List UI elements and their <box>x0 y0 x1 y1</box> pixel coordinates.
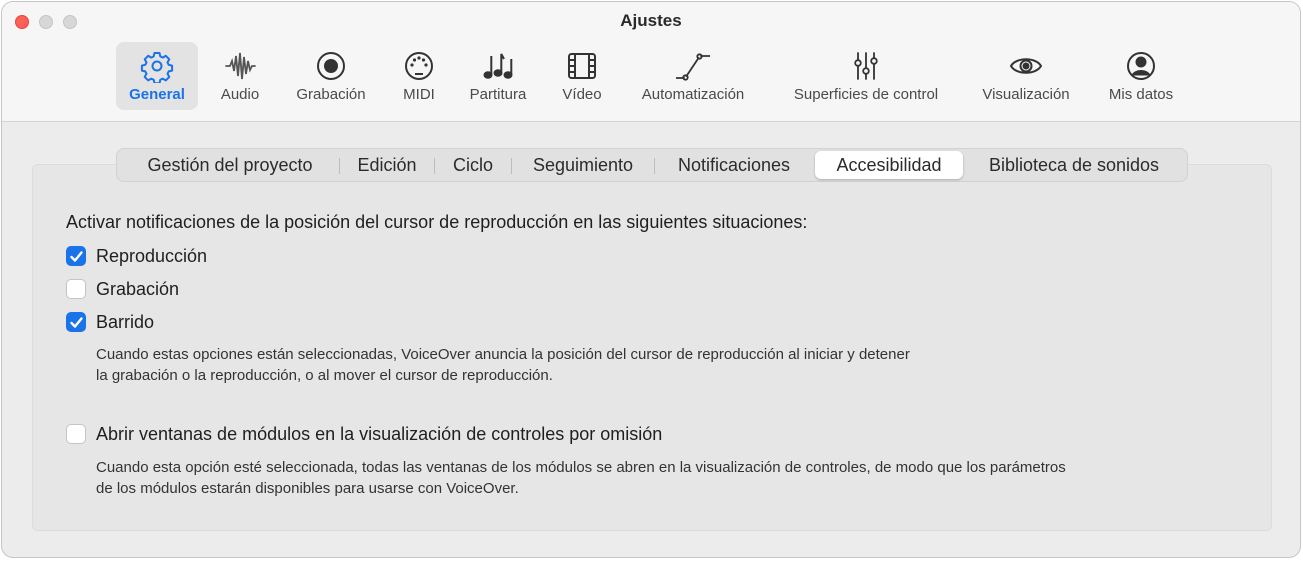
tab-label: Mis datos <box>1108 86 1174 103</box>
playhead-options-description-line-1: Cuando estas opciones están seleccionada… <box>96 346 910 363</box>
checkmark-icon <box>70 317 83 328</box>
record-icon <box>314 49 348 83</box>
subtab-biblioteca-de-sonidos[interactable]: Biblioteca de sonidos <box>965 151 1183 179</box>
tab-label: Grabación <box>296 86 366 103</box>
eye-icon <box>1009 49 1043 83</box>
tab-label: Audio <box>220 86 260 103</box>
subtab-edicion[interactable]: Edición <box>340 151 434 179</box>
tab-label: General <box>129 86 185 103</box>
barrido-label: Barrido <box>96 312 155 332</box>
tab-automatizacion[interactable]: Automatización <box>628 42 758 110</box>
person-circle-icon <box>1124 49 1158 83</box>
subtab-ciclo[interactable]: Ciclo <box>435 151 511 179</box>
tab-label: Vídeo <box>562 86 602 103</box>
automation-curve-icon <box>676 49 710 83</box>
reproduccion-checkbox[interactable] <box>66 246 86 266</box>
plugin-controls-view-checkbox[interactable] <box>66 424 86 444</box>
tab-label: Automatización <box>641 86 745 103</box>
sliders-icon <box>849 49 883 83</box>
option-abrir-modulos-controles[interactable]: Abrir ventanas de módulos en la visualiz… <box>66 423 746 445</box>
tab-general[interactable]: General <box>116 42 198 110</box>
subtab-seguimiento[interactable]: Seguimiento <box>512 151 654 179</box>
playhead-notifications-intro: Activar notificaciones de la posición de… <box>66 212 808 232</box>
tab-audio[interactable]: Audio <box>205 42 275 110</box>
barrido-checkbox[interactable] <box>66 312 86 332</box>
plugin-controls-view-label: Abrir ventanas de módulos en la visualiz… <box>96 424 663 444</box>
grabacion-checkbox[interactable] <box>66 279 86 299</box>
reproduccion-label: Reproducción <box>96 246 208 266</box>
tab-label: Superficies de control <box>793 86 939 103</box>
playhead-options-description-line-2: la grabación o la reproducción, o al mov… <box>96 367 553 384</box>
subtab-gestion-del-proyecto[interactable]: Gestión del proyecto <box>121 151 339 179</box>
option-grabacion[interactable]: Grabación <box>66 278 266 300</box>
tab-label: Partitura <box>469 86 527 103</box>
option-barrido[interactable]: Barrido <box>66 311 266 333</box>
settings-window: Ajustes General Audio Grabación MIDI Par… <box>1 1 1301 558</box>
tab-partitura[interactable]: Partitura <box>459 42 537 110</box>
toolbar: Ajustes General Audio Grabación MIDI Par… <box>2 2 1300 122</box>
tab-mis-datos[interactable]: Mis datos <box>1094 42 1188 110</box>
window-title: Ajustes <box>620 11 682 30</box>
subtab-bar: Gestión del proyecto Edición Ciclo Segui… <box>116 148 1188 182</box>
waveform-icon <box>223 49 257 83</box>
midi-port-icon <box>402 49 436 83</box>
tab-label: MIDI <box>403 86 435 103</box>
tab-label: Visualización <box>982 86 1070 103</box>
gear-icon <box>140 49 174 83</box>
music-notes-icon <box>481 49 515 83</box>
plugin-option-description-line-2: de los módulos estarán disponibles para … <box>96 480 519 497</box>
checkmark-icon <box>70 251 83 262</box>
grabacion-label: Grabación <box>96 279 180 299</box>
film-icon <box>565 49 599 83</box>
tab-superficies-de-control[interactable]: Superficies de control <box>774 42 958 110</box>
option-reproduccion[interactable]: Reproducción <box>66 245 266 267</box>
tab-grabacion[interactable]: Grabación <box>284 42 378 110</box>
plugin-option-description-line-1: Cuando esta opción esté seleccionada, to… <box>96 459 1066 476</box>
tab-midi[interactable]: MIDI <box>389 42 449 110</box>
tab-video[interactable]: Vídeo <box>548 42 616 110</box>
subtab-notificaciones[interactable]: Notificaciones <box>655 151 813 179</box>
tab-visualizacion[interactable]: Visualización <box>968 42 1084 110</box>
subtab-accesibilidad[interactable]: Accesibilidad <box>815 151 963 179</box>
